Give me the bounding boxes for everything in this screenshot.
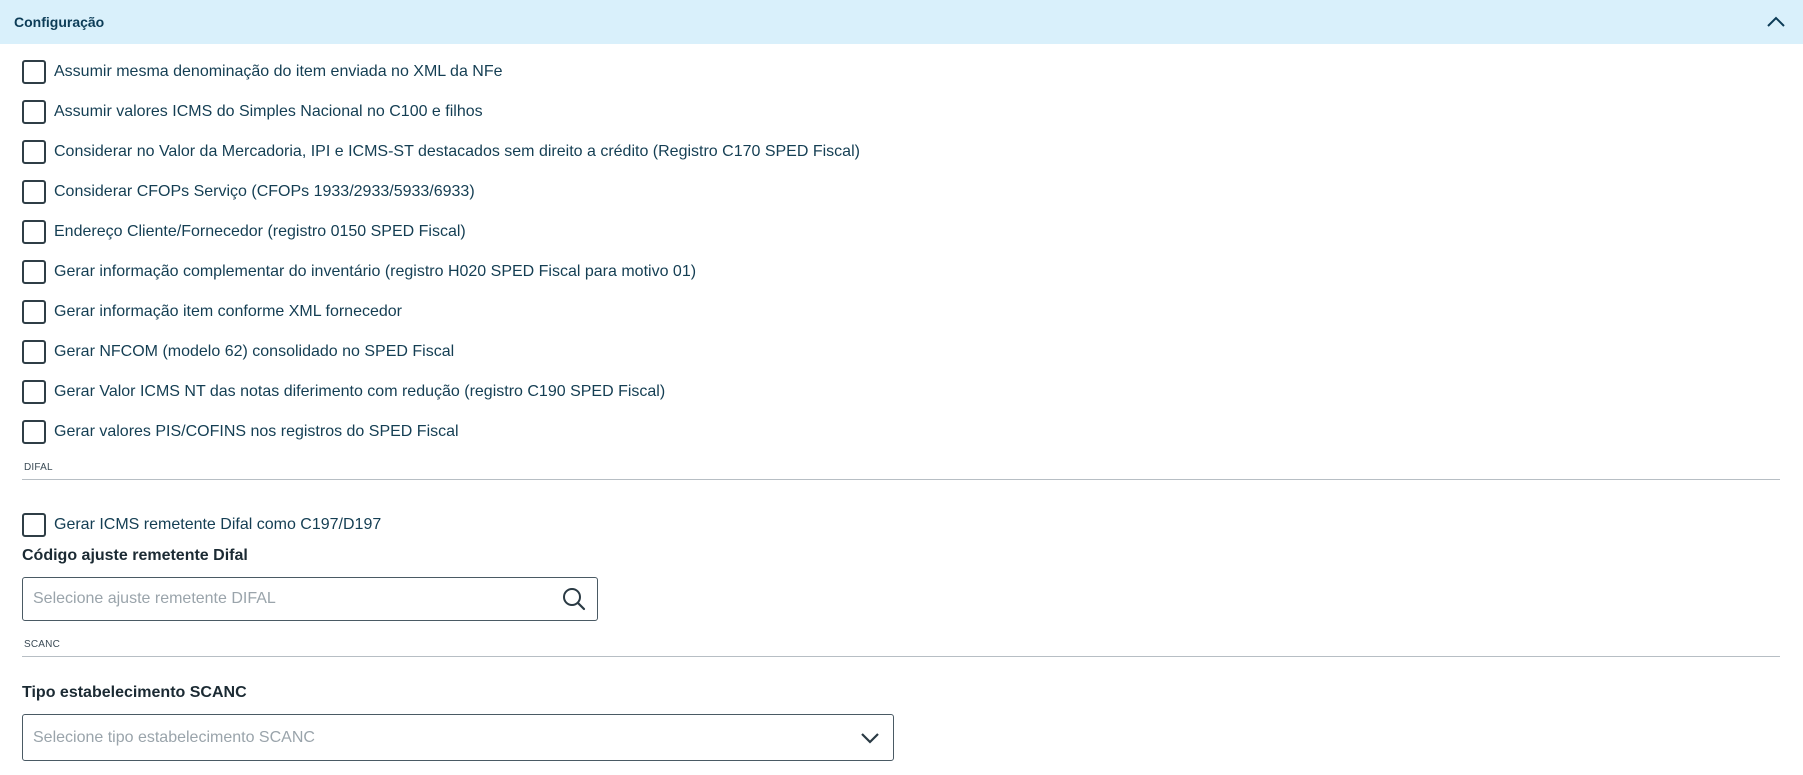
checkbox[interactable] (22, 260, 46, 284)
difal-lookup-field[interactable] (22, 577, 598, 621)
search-icon[interactable] (561, 586, 587, 612)
checkbox[interactable] (22, 100, 46, 124)
checkbox-label: Assumir valores ICMS do Simples Nacional… (54, 103, 483, 120)
checkbox-row[interactable]: Endereço Cliente/Fornecedor (registro 01… (22, 219, 466, 245)
checkbox-row[interactable]: Considerar CFOPs Serviço (CFOPs 1933/293… (22, 179, 475, 205)
checkbox[interactable] (22, 140, 46, 164)
scanc-select[interactable] (22, 714, 894, 761)
checkbox[interactable] (22, 340, 46, 364)
checkbox-label: Gerar valores PIS/COFINS nos registros d… (54, 423, 459, 440)
section-title-scanc: SCANC (24, 639, 61, 650)
checkbox[interactable] (22, 300, 46, 324)
checkbox-row[interactable]: Considerar no Valor da Mercadoria, IPI e… (22, 139, 860, 165)
checkbox-label: Considerar no Valor da Mercadoria, IPI e… (54, 143, 860, 160)
checkbox-label: Endereço Cliente/Fornecedor (registro 01… (54, 223, 466, 240)
checkbox-label: Gerar informação complementar do inventá… (54, 263, 697, 280)
checkbox-row[interactable]: Gerar valores PIS/COFINS nos registros d… (22, 419, 459, 445)
checkbox-row[interactable]: Assumir mesma denominação do item enviad… (22, 59, 503, 85)
checkbox-row[interactable]: Gerar informação complementar do inventá… (22, 259, 696, 285)
checkbox-label: Assumir mesma denominação do item enviad… (54, 63, 503, 80)
checkbox[interactable] (22, 220, 46, 244)
section-divider (22, 656, 1780, 657)
difal-lookup-input[interactable] (31, 578, 561, 620)
chevron-down-icon[interactable] (857, 725, 883, 751)
panel-title: Configuração (14, 14, 105, 30)
scanc-field-label: Tipo estabelecimento SCANC (22, 684, 247, 701)
difal-field-label: Código ajuste remetente Difal (22, 547, 248, 564)
checkbox[interactable] (22, 60, 46, 84)
checkbox-label: Gerar Valor ICMS NT das notas diferiment… (54, 383, 666, 400)
section-title-difal: DIFAL (24, 462, 53, 473)
checkbox-row[interactable]: Gerar Valor ICMS NT das notas diferiment… (22, 379, 665, 405)
panel-header[interactable]: Configuração (0, 0, 1803, 44)
checkbox-row[interactable]: Assumir valores ICMS do Simples Nacional… (22, 99, 483, 125)
checkbox[interactable] (22, 513, 46, 537)
checkbox-label: Gerar informação item conforme XML forne… (54, 303, 402, 320)
checkbox[interactable] (22, 420, 46, 444)
checkbox-row[interactable]: Gerar NFCOM (modelo 62) consolidado no S… (22, 339, 454, 365)
checkbox-label: Considerar CFOPs Serviço (CFOPs 1933/293… (54, 183, 475, 200)
checkbox-label: Gerar ICMS remetente Difal como C197/D19… (54, 516, 382, 533)
checkbox-row-difal[interactable]: Gerar ICMS remetente Difal como C197/D19… (22, 512, 381, 538)
checkbox-label: Gerar NFCOM (modelo 62) consolidado no S… (54, 343, 455, 360)
scanc-select-input[interactable] (31, 715, 857, 760)
checkbox[interactable] (22, 380, 46, 404)
section-divider (22, 479, 1780, 480)
checkbox-row[interactable]: Gerar informação item conforme XML forne… (22, 299, 402, 325)
checkbox[interactable] (22, 180, 46, 204)
chevron-up-icon[interactable] (1765, 12, 1787, 32)
